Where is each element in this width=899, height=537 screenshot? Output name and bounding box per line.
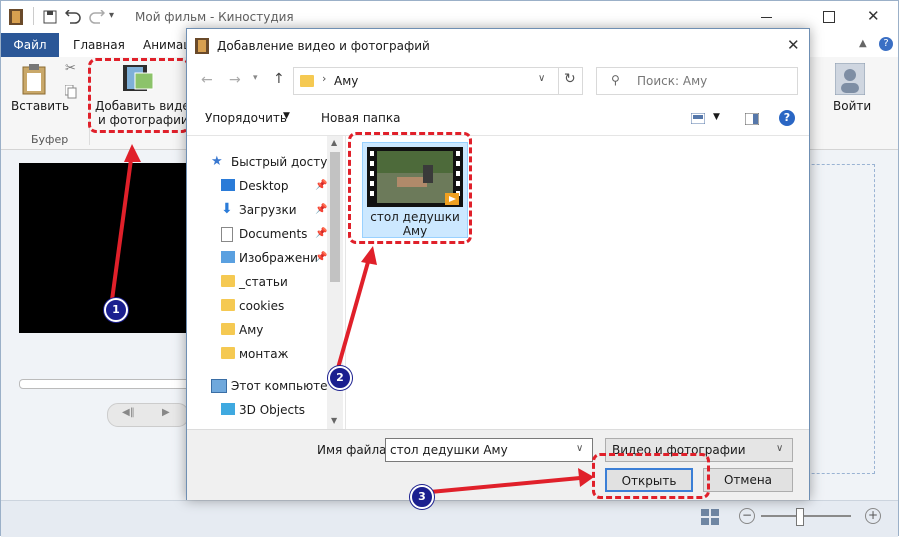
step-badge-3: 3 — [410, 485, 434, 509]
step-badge-1: 1 — [104, 298, 128, 322]
annotation-arrows — [110, 144, 594, 494]
step-badge-2: 2 — [328, 366, 352, 390]
